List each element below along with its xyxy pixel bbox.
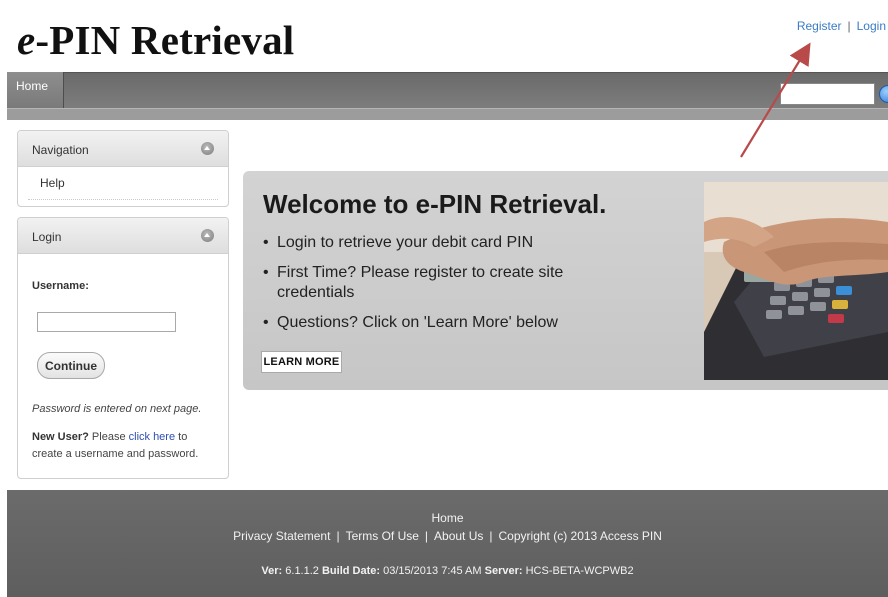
nav-substrip	[7, 108, 888, 120]
logo-prefix: e	[17, 17, 36, 63]
footer-separator: |	[336, 529, 340, 543]
site-logo[interactable]: e-PIN Retrieval	[17, 16, 294, 64]
footer: Home Privacy Statement | Terms Of Use | Abou…	[7, 490, 888, 597]
server-value: HCS-BETA-WCPWB2	[525, 565, 634, 577]
footer-home-link-row: Home	[7, 511, 888, 525]
banner-title: Welcome to e-PIN Retrieval.	[263, 189, 607, 219]
tab-home[interactable]: Home	[7, 72, 64, 108]
terms-of-use-link[interactable]: Terms Of Use	[346, 529, 419, 543]
top-links: Register | Login	[797, 19, 886, 33]
chevron-up-circle-icon[interactable]	[201, 229, 214, 242]
banner-bullet-list: Login to retrieve your debit card PIN Fi…	[263, 233, 593, 343]
footer-separator: |	[489, 529, 493, 543]
page-frame: e-PIN Retrieval Register | Login Home Navi…	[7, 6, 888, 597]
new-user-please: Please	[91, 431, 126, 443]
header: e-PIN Retrieval Register | Login	[7, 6, 888, 72]
password-note: Password is entered on next page.	[32, 403, 202, 415]
version-info: Ver: 6.1.1.2 Build Date: 03/15/2013 7:45…	[7, 565, 888, 577]
banner-bullet: Login to retrieve your debit card PIN	[263, 233, 593, 253]
search-input[interactable]	[780, 83, 875, 105]
new-user-label: New User?	[32, 431, 89, 443]
banner-bullet: Questions? Click on 'Learn More' below	[263, 313, 593, 333]
ver-label: Ver:	[261, 565, 283, 577]
click-here-link[interactable]: click here	[129, 431, 175, 443]
build-date-value: 03/15/2013 7:45 AM	[383, 565, 482, 577]
ver-value: 6.1.1.2	[285, 565, 319, 577]
card-terminal-image	[704, 182, 888, 380]
footer-links: Privacy Statement | Terms Of Use | About Us |…	[7, 529, 888, 543]
about-us-link[interactable]: About Us	[434, 529, 483, 543]
nav-strip	[7, 72, 888, 108]
login-form: Username: Continue Password is entered o…	[18, 280, 228, 463]
register-link[interactable]: Register	[797, 19, 842, 33]
login-panel: Login Username: Continue Password is ent…	[17, 217, 229, 479]
username-input[interactable]	[37, 312, 176, 332]
banner-bullet: First Time? Please register to create si…	[263, 263, 593, 303]
footer-separator: |	[424, 529, 429, 543]
logo-text: -PIN Retrieval	[35, 17, 295, 63]
footer-home-link[interactable]: Home	[431, 511, 463, 525]
learn-more-button[interactable]: LEARN MORE	[261, 351, 342, 373]
continue-button[interactable]: Continue	[37, 352, 105, 379]
navigation-panel-header[interactable]: Navigation	[18, 131, 228, 167]
username-label: Username:	[32, 280, 89, 292]
chevron-up-circle-icon[interactable]	[201, 142, 214, 155]
navigation-panel-title: Navigation	[32, 143, 89, 157]
navigation-panel: Navigation Help	[17, 130, 229, 207]
login-panel-header[interactable]: Login	[18, 218, 228, 254]
card-terminal-illustration	[704, 182, 888, 380]
copyright-text: Copyright (c) 2013 Access PIN	[498, 529, 662, 543]
build-date-label: Build Date:	[321, 565, 381, 577]
sidebar-item-help[interactable]: Help	[28, 176, 218, 200]
main-nav-bar: Home	[7, 72, 888, 120]
new-user-text: New User? Please click here to create a …	[32, 429, 214, 463]
privacy-statement-link[interactable]: Privacy Statement	[233, 529, 330, 543]
top-links-separator: |	[847, 19, 851, 33]
login-panel-title: Login	[32, 230, 62, 244]
welcome-banner: Welcome to e-PIN Retrieval. Login to ret…	[243, 171, 888, 390]
login-link[interactable]: Login	[857, 19, 886, 33]
server-label: Server:	[484, 565, 523, 577]
